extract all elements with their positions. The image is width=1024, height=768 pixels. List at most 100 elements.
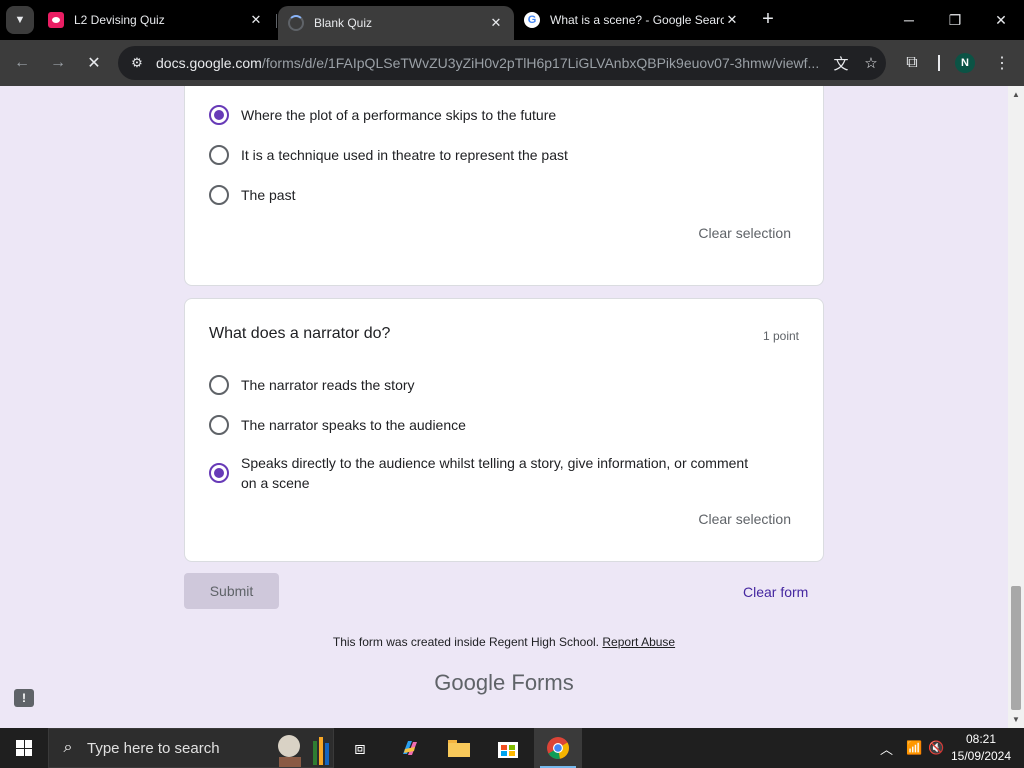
translate-icon[interactable]: 文: [826, 48, 856, 78]
google-icon: G: [524, 12, 540, 28]
close-icon[interactable]: ✕: [488, 15, 504, 31]
puzzle-icon: ⧉: [906, 54, 918, 71]
show-hidden-icons-button[interactable]: ︿: [880, 728, 893, 768]
question-card: What does a narrator do? 1 point The nar…: [184, 298, 824, 562]
site-info-icon[interactable]: ⚙: [124, 50, 150, 76]
tab-google-search[interactable]: G What is a scene? - Google Search ✕: [514, 6, 750, 34]
option-label: The past: [241, 187, 296, 203]
url-text[interactable]: docs.google.com/forms/d/e/1FAIpQLSeTWvZU…: [150, 55, 826, 71]
taskbar-clock[interactable]: 08:21 15/09/2024: [944, 731, 1018, 765]
chrome-taskbar-button[interactable]: [534, 728, 582, 768]
option-label: Where the plot of a performance skips to…: [241, 107, 557, 123]
clear-form-button[interactable]: Clear form: [743, 584, 808, 600]
radio-option[interactable]: The past: [209, 185, 295, 205]
clock-date: 15/09/2024: [950, 749, 1012, 763]
back-button[interactable]: ←: [8, 49, 36, 77]
submit-button[interactable]: Submit: [184, 573, 279, 609]
radio-button-checked[interactable]: [209, 463, 229, 483]
question-card: Where the plot of a performance skips to…: [184, 86, 824, 286]
tab-title: What is a scene? - Google Search: [550, 13, 724, 27]
report-problem-button[interactable]: !: [14, 689, 34, 707]
microsoft-store-button[interactable]: [484, 728, 532, 768]
network-button[interactable]: 📶: [906, 728, 922, 768]
form-page: Where the plot of a performance skips to…: [0, 86, 1008, 728]
footer-note: This form was created inside Regent High…: [0, 635, 1008, 649]
clear-selection-button[interactable]: Clear selection: [698, 511, 791, 527]
radio-option[interactable]: It is a technique used in theatre to rep…: [209, 145, 568, 165]
forward-button[interactable]: →: [44, 49, 72, 77]
question-points: 1 point: [762, 329, 799, 343]
new-tab-button[interactable]: +: [756, 8, 780, 32]
radio-option[interactable]: The narrator speaks to the audience: [209, 415, 466, 435]
stop-loading-button[interactable]: ✕: [80, 49, 108, 77]
windows-taskbar: ⌕ Type here to search ⧈ ︿ 📶 🔇 08:21 15/0…: [0, 728, 1024, 768]
radio-button[interactable]: [209, 185, 229, 205]
tab-l2-devising-quiz[interactable]: L2 Devising Quiz ✕: [38, 6, 274, 34]
minimize-button[interactable]: ─: [886, 0, 932, 40]
restore-icon: ❐: [948, 11, 962, 28]
volume-button[interactable]: 🔇: [928, 728, 944, 768]
radio-option[interactable]: The narrator reads the story: [209, 375, 415, 395]
bookmark-star-icon[interactable]: ☆: [856, 48, 886, 78]
close-icon[interactable]: ✕: [248, 12, 264, 28]
question-title: What does a narrator do?: [209, 325, 391, 342]
tab-title: L2 Devising Quiz: [74, 13, 165, 27]
scrollbar-thumb[interactable]: [1011, 586, 1021, 710]
chevron-down-icon: ▼: [14, 14, 26, 26]
brand-google: Google: [434, 670, 506, 695]
google-forms-logo: Google Forms: [0, 670, 1008, 696]
tab-search-button[interactable]: ▼: [6, 6, 34, 34]
page-scrollbar[interactable]: ▲ ▼: [1008, 86, 1024, 728]
stop-icon: ✕: [87, 55, 101, 72]
exclamation-icon: !: [22, 691, 26, 705]
extensions-button[interactable]: ⧉: [898, 49, 926, 77]
brand-forms: Forms: [511, 670, 574, 695]
kebab-menu-icon: ⋮: [994, 55, 1010, 72]
google-forms-icon: [48, 12, 64, 28]
restore-button[interactable]: ❐: [932, 0, 978, 40]
url-host: docs.google.com: [156, 55, 262, 71]
option-label: The narrator reads the story: [241, 377, 415, 393]
scroll-up-arrow-icon[interactable]: ▲: [1012, 90, 1020, 99]
search-highlight-illustration-icon: [271, 729, 333, 767]
store-icon: [498, 742, 518, 758]
clear-selection-button[interactable]: Clear selection: [698, 225, 791, 241]
scroll-down-arrow-icon[interactable]: ▼: [1012, 715, 1020, 724]
report-abuse-link[interactable]: Report Abuse: [602, 635, 675, 649]
tab-strip: ▼ L2 Devising Quiz ✕ Blank Quiz ✕ G What…: [0, 0, 1024, 40]
folder-icon: [448, 740, 470, 757]
task-view-button[interactable]: ⧈: [336, 728, 384, 768]
tab-divider: [276, 14, 277, 28]
url-path: /forms/d/e/1FAIpQLSeTWvZU3yZiH0v2pTlH6p1…: [261, 55, 820, 71]
chevron-up-icon: ︿: [880, 741, 894, 757]
copilot-icon: [403, 741, 417, 755]
chrome-icon: [547, 737, 569, 759]
minimize-icon: ─: [904, 12, 914, 28]
close-icon[interactable]: ✕: [724, 12, 740, 28]
tab-blank-quiz[interactable]: Blank Quiz ✕: [278, 6, 514, 40]
option-label: Speaks directly to the audience whilst t…: [241, 455, 749, 491]
chrome-menu-button[interactable]: ⋮: [988, 49, 1016, 77]
radio-button[interactable]: [209, 375, 229, 395]
browser-toolbar: ← → ✕ ⚙ docs.google.com/forms/d/e/1FAIpQ…: [0, 40, 1024, 86]
search-icon: ⌕: [63, 739, 73, 756]
close-icon: ✕: [995, 11, 1007, 28]
start-button[interactable]: [0, 728, 48, 768]
network-icon: 📶: [906, 740, 923, 755]
radio-option[interactable]: Speaks directly to the audience whilst t…: [209, 453, 749, 493]
radio-button[interactable]: [209, 415, 229, 435]
radio-button-checked[interactable]: [209, 105, 229, 125]
search-placeholder: Type here to search: [87, 739, 220, 757]
copilot-button[interactable]: [386, 728, 434, 768]
radio-button[interactable]: [209, 145, 229, 165]
tab-title: Blank Quiz: [314, 16, 373, 30]
profile-avatar[interactable]: N: [955, 53, 975, 73]
file-explorer-button[interactable]: [435, 728, 483, 768]
loading-spinner-icon: [288, 15, 304, 31]
window-close-button[interactable]: ✕: [978, 0, 1024, 40]
radio-option[interactable]: Where the plot of a performance skips to…: [209, 105, 556, 125]
address-bar[interactable]: ⚙ docs.google.com/forms/d/e/1FAIpQLSeTWv…: [118, 46, 886, 80]
option-label: The narrator speaks to the audience: [241, 417, 466, 433]
taskbar-search-box[interactable]: ⌕ Type here to search: [48, 728, 334, 768]
windows-logo-icon: [16, 740, 32, 756]
